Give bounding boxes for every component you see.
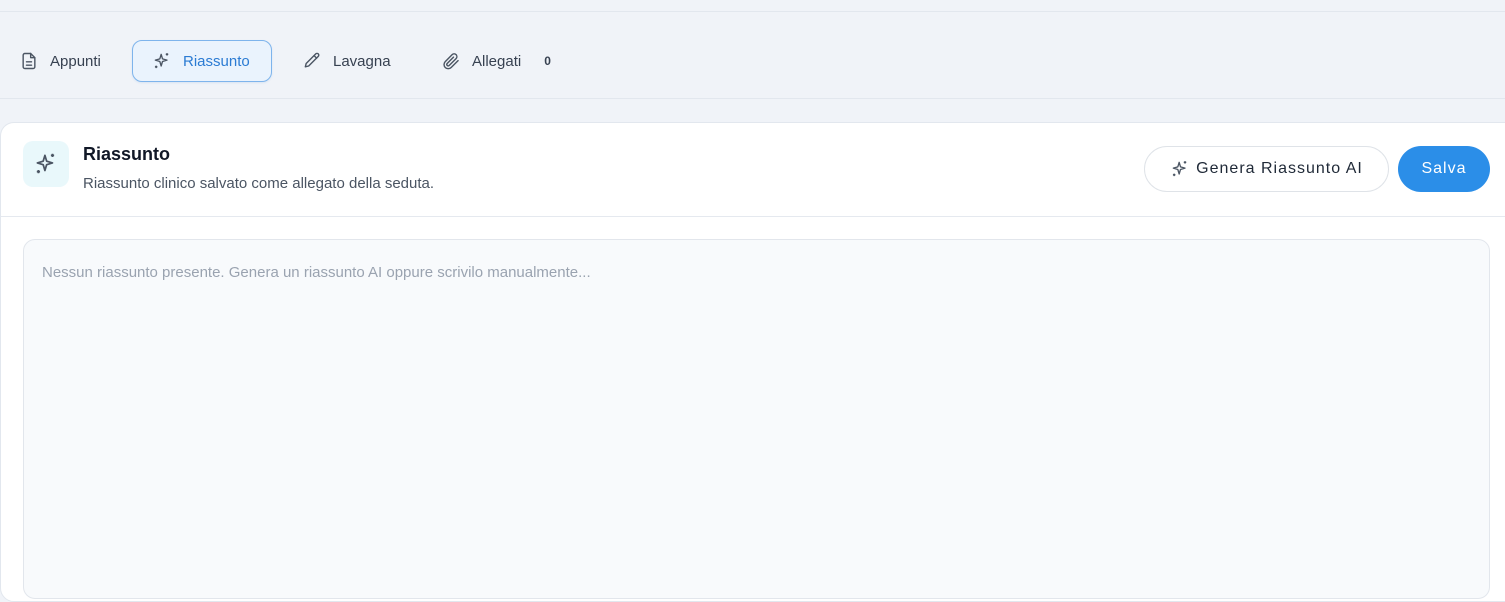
tab-appunti[interactable]: Appunti (18, 40, 101, 82)
tab-label: Appunti (50, 52, 101, 70)
paperclip-icon (440, 50, 462, 72)
save-button[interactable]: Salva (1398, 146, 1490, 192)
attachments-count-badge: 0 (544, 54, 551, 68)
tab-label: Riassunto (183, 52, 250, 70)
summary-panel: Riassunto Riassunto clinico salvato come… (0, 122, 1505, 602)
panel-header: Riassunto Riassunto clinico salvato come… (1, 123, 1505, 217)
panel-title: Riassunto (83, 144, 171, 164)
panel-subtitle: Riassunto clinico salvato come allegato … (83, 175, 435, 192)
tab-label: Lavagna (333, 52, 391, 70)
generate-ai-summary-label: Genera Riassunto AI (1196, 160, 1363, 177)
tab-riassunto[interactable]: Riassunto (132, 40, 272, 82)
sparkles-icon (23, 141, 69, 187)
tab-lavagna[interactable]: Lavagna (301, 40, 391, 82)
sparkles-icon (151, 50, 173, 72)
summary-textarea[interactable] (23, 239, 1490, 599)
document-icon (18, 50, 40, 72)
tab-label: Allegati (472, 52, 522, 70)
pencil-icon (301, 50, 323, 72)
generate-ai-summary-button[interactable]: Genera Riassunto AI (1144, 146, 1389, 192)
top-strip (0, 0, 1505, 12)
sparkles-icon (1170, 159, 1190, 179)
tab-allegati[interactable]: Allegati 0 (440, 40, 551, 82)
tab-bar: Appunti Riassunto Lavagna Allegati 0 (0, 12, 1505, 99)
